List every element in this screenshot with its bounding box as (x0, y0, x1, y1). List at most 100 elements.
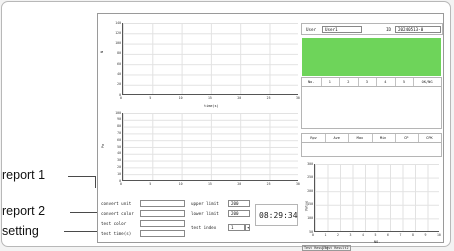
force-chart-plot-area (122, 23, 298, 95)
lower-limit-field[interactable]: 200 (228, 210, 250, 217)
test-index-stepper[interactable]: ▾ (245, 224, 250, 231)
stats-table-column-divider (394, 134, 396, 142)
value-chart-xtick: 3 (349, 233, 352, 237)
pressure-chart-xtick: 0 (120, 182, 122, 186)
result-table-column-header: 3 (365, 80, 368, 84)
user-id-bar: User User1 ID 20240513-0 (301, 23, 443, 35)
test-index-label: test index (191, 225, 217, 230)
force-chart-xtick: 10 (178, 96, 183, 100)
annotation-line-report-1-vert (95, 176, 96, 188)
result-table-column-header: 1 (328, 80, 331, 84)
legend-test-result-2: Test Result2 (322, 245, 351, 251)
value-chart-ytick: 100 (307, 215, 313, 220)
annotation-report-2: report 2 (2, 204, 46, 218)
value-chart-xtick: 6 (387, 233, 389, 237)
test-time-field[interactable] (140, 230, 185, 237)
convert-unit-field[interactable] (140, 200, 185, 207)
stats-table-column-header: Min (379, 136, 387, 140)
result-table-column-divider (357, 78, 359, 86)
pressure-chart-xtick: 15 (208, 182, 212, 186)
value-chart-plot-area (314, 164, 439, 232)
lower-limit-label: lower limit (191, 211, 219, 216)
result-table-column-header: 4 (384, 80, 387, 84)
force-chart-ytick: 120 (115, 30, 121, 35)
pressure-chart-ytick: 40 (117, 151, 121, 156)
pressure-chart-ytick: 100 (115, 110, 121, 115)
pressure-chart-ytick: 70 (117, 130, 121, 135)
value-chart-xtick: 5 (374, 233, 377, 237)
stats-table-header: Rpv Ave Max Min CP CPK (301, 133, 442, 143)
pressure-chart-plot-area (122, 113, 298, 181)
value-chart-ytick: 250 (307, 175, 313, 180)
value-chart-xtick: 1 (324, 233, 327, 237)
result-table-column-divider (376, 78, 378, 86)
user-label: User (306, 27, 317, 32)
result-status-indicator (302, 38, 441, 76)
test-color-field[interactable] (140, 220, 185, 227)
test-color-label: test color (101, 221, 127, 226)
stats-table-column-header: Max (356, 136, 364, 140)
force-chart-ytick: 80 (117, 51, 121, 56)
force-chart-xtick: 0 (120, 96, 122, 100)
stats-table-column-header: CP (404, 136, 409, 140)
annotation-report-1: report 1 (2, 168, 46, 182)
stats-table-body (301, 143, 442, 157)
result-table-column-header: 5 (402, 80, 405, 84)
annotation-setting: setting (2, 224, 39, 238)
result-table-body (301, 87, 442, 129)
result-table-column-divider (320, 78, 322, 86)
force-chart-ytick: 20 (117, 82, 121, 87)
pressure-chart-ylabel: Pa (101, 143, 106, 149)
value-chart-ytick: 300 (307, 161, 313, 166)
id-label: ID (386, 27, 392, 32)
force-chart-ytick: 40 (117, 71, 121, 76)
value-chart-ytick: 150 (307, 202, 313, 207)
force-chart-xtick: 5 (149, 96, 152, 100)
annotation-line-report-1 (68, 176, 95, 177)
convert-color-field[interactable] (140, 210, 185, 217)
stats-table-column-divider (371, 134, 373, 142)
value-chart-xtick: 9 (424, 233, 427, 237)
force-chart-ytick: 140 (115, 20, 121, 25)
pressure-chart-ytick: 60 (117, 137, 121, 142)
pressure-chart-ytick: 30 (117, 158, 121, 163)
upper-limit-label: upper limit (191, 201, 219, 206)
force-chart-xtick: 25 (266, 96, 271, 100)
result-table-column-divider (413, 78, 415, 86)
force-chart-xtick: 30 (296, 96, 300, 100)
test-time-label: test time(s) (101, 231, 132, 236)
stats-table-column-divider (348, 134, 350, 142)
value-chart-xtick: 8 (412, 233, 414, 237)
clock-display: 08:29:34 (259, 211, 298, 220)
force-chart-ytick: 60 (117, 61, 121, 66)
value-chart-xtick: 7 (399, 233, 402, 237)
stats-table-column-header: CPK (426, 136, 433, 140)
upper-limit-field[interactable]: 200 (228, 200, 250, 207)
convert-color-label: convert color (101, 211, 134, 216)
force-chart-ytick: 100 (115, 41, 121, 46)
result-table-column-header: OK/NG (421, 80, 433, 84)
test-index-field[interactable]: 1 (228, 224, 245, 231)
force-chart-xtick: 15 (208, 96, 212, 100)
pressure-chart-xtick: 30 (296, 182, 300, 186)
value-chart-xtick: 2 (337, 233, 339, 237)
app-window: N 140 120 100 80 60 40 20 0 0 5 10 15 20 25 30 time(s)… (97, 13, 444, 251)
pressure-chart-ytick: 80 (117, 124, 121, 129)
pressure-chart-xtick: 10 (178, 182, 183, 186)
result-table-column-header: 2 (347, 80, 350, 84)
annotation-line-setting (64, 231, 99, 232)
force-chart-xlabel: time(s) (204, 104, 219, 108)
result-table-header: No. 1 2 3 4 5 OK/NG (301, 77, 442, 87)
user-field[interactable]: User1 (322, 26, 362, 33)
pressure-chart-xtick: 25 (266, 182, 271, 186)
value-chart-xtick: 0 (312, 233, 314, 237)
pressure-chart-ytick: 90 (117, 117, 121, 122)
value-chart-xtick: 10 (437, 233, 441, 237)
pressure-chart-ytick: 20 (117, 164, 121, 169)
result-table-column-header: No. (308, 80, 315, 84)
value-chart-ytick: 200 (307, 188, 313, 193)
id-field[interactable]: 20240513-0 (395, 26, 441, 33)
annotation-line-report-2 (70, 212, 99, 213)
stats-table-column-header: Ave (333, 136, 340, 140)
pressure-chart-ytick: 10 (117, 171, 121, 176)
